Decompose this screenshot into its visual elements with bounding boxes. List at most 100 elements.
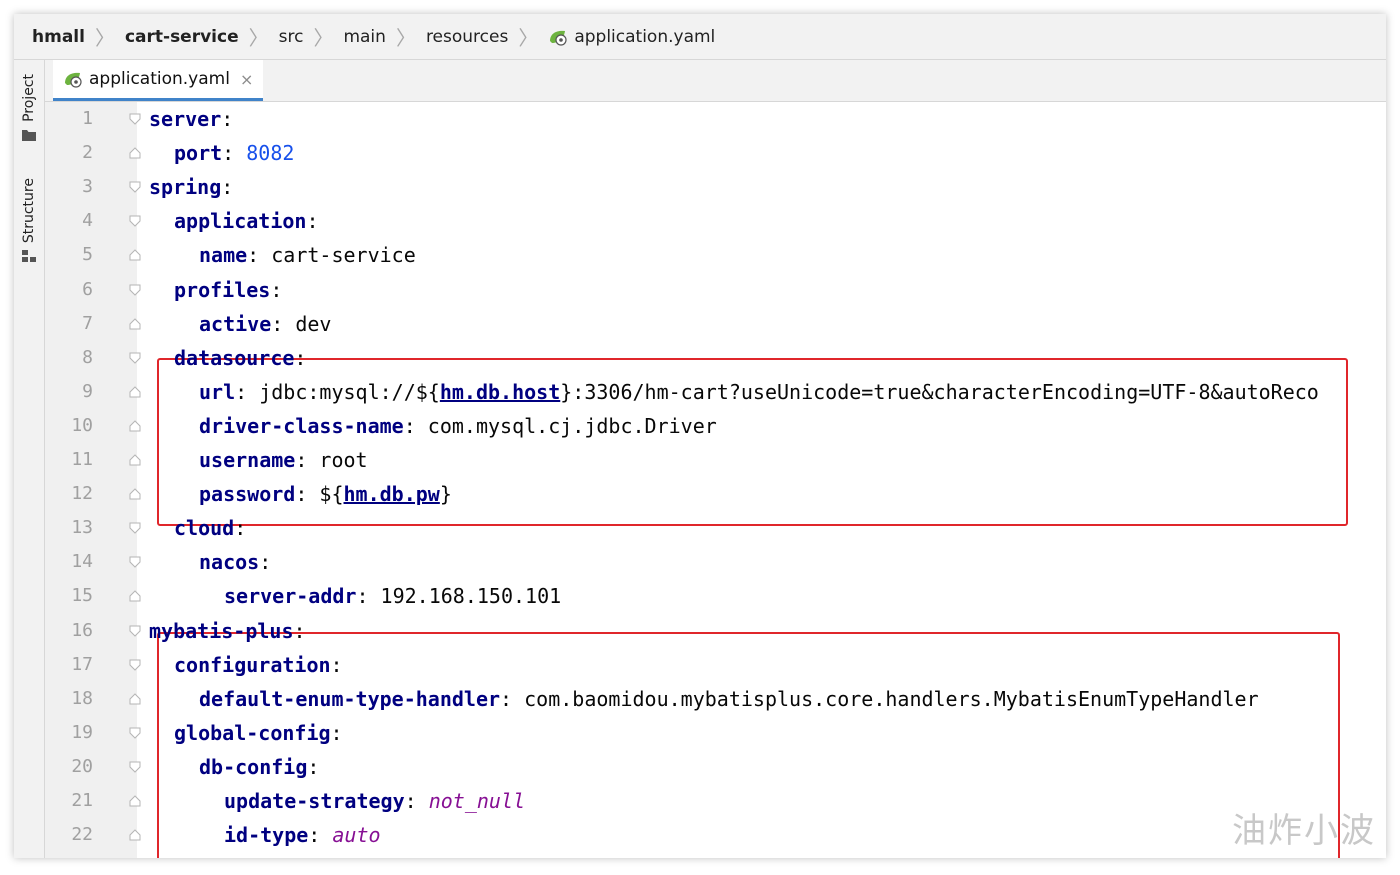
chevron-right-icon: 〉	[395, 26, 416, 50]
breadcrumb-item[interactable]: application.yaml	[548, 27, 715, 47]
fold-marker-icon[interactable]	[129, 522, 141, 534]
code-editor[interactable]: 1 server: 2 port: 8082 3 spring: 4 applicatio…	[45, 102, 1386, 858]
yaml-key: configuration	[174, 652, 331, 677]
code-line: 18 default-enum-type-handler: com.baomido…	[45, 682, 1386, 716]
yaml-value: jdbc:mysql://${	[259, 379, 440, 404]
breadcrumb-item[interactable]: resources	[426, 27, 508, 47]
fold-marker-icon[interactable]	[129, 454, 141, 466]
yaml-value: ${	[319, 482, 344, 507]
fold-marker-icon[interactable]	[129, 488, 141, 500]
yaml-value: dev	[295, 311, 332, 336]
breadcrumb-item[interactable]: src	[279, 27, 304, 47]
code-line: 22 id-type: auto	[45, 818, 1386, 852]
yaml-key: password	[199, 482, 296, 507]
code-content: nacos:	[199, 550, 284, 575]
line-number: 10	[71, 414, 93, 436]
line-number: 14	[71, 551, 93, 573]
code-content: configuration:	[174, 652, 355, 677]
line-number: 11	[71, 449, 93, 470]
fold-marker-icon[interactable]	[129, 215, 141, 228]
yaml-value: 192.168.150.101	[380, 584, 562, 609]
yaml-value: com.mysql.cj.jdbc.Driver	[427, 413, 717, 438]
line-number: 7	[82, 312, 93, 334]
breadcrumb-label: resources	[425, 26, 509, 47]
fold-marker-icon[interactable]	[129, 625, 141, 637]
breadcrumb-label: src	[278, 26, 304, 47]
fold-marker-icon[interactable]	[129, 727, 141, 739]
yaml-value: root	[319, 448, 368, 472]
structure-icon	[22, 250, 36, 263]
code-content: global-config:	[174, 720, 355, 745]
fold-marker-icon[interactable]	[129, 795, 141, 807]
line-number: 1	[82, 108, 93, 129]
editor-tabs: application.yaml ×	[45, 60, 1386, 102]
code-line: 1 server:	[45, 102, 1386, 136]
tab-application-yaml[interactable]: application.yaml ×	[53, 60, 264, 101]
yaml-key: username	[199, 448, 296, 472]
code-line: 11 username: root	[45, 443, 1386, 477]
yaml-key: server	[149, 107, 222, 131]
line-number: 3	[82, 176, 93, 198]
line-number: 15	[71, 585, 93, 607]
fold-marker-icon[interactable]	[129, 181, 141, 193]
breadcrumb-label: cart-service	[124, 26, 239, 47]
code-content: profiles:	[174, 277, 295, 302]
fold-marker-icon[interactable]	[129, 829, 141, 841]
project-tool-button[interactable]: Project	[14, 74, 44, 142]
code-line: 3 spring:	[45, 170, 1386, 204]
code-content: server:	[149, 107, 246, 131]
chevron-right-icon: 〉	[248, 26, 269, 50]
breadcrumb-label: main	[343, 26, 386, 47]
code-line: 15 server-addr: 192.168.150.101	[45, 579, 1386, 613]
structure-tool-label: Structure	[21, 178, 37, 244]
code-line: 20 db-config:	[45, 750, 1386, 784]
yaml-key: profiles	[174, 277, 271, 302]
code-line: 13 cloud:	[45, 511, 1386, 545]
code-content: update-strategy: not_null	[224, 789, 526, 813]
code-content: driver-class-name: com.mysql.cj.jdbc.Dri…	[199, 413, 717, 438]
yaml-key: application	[174, 209, 307, 234]
fold-marker-icon[interactable]	[129, 352, 141, 364]
yaml-key: server-addr	[224, 584, 357, 609]
fold-marker-icon[interactable]	[129, 317, 141, 330]
fold-marker-icon[interactable]	[129, 147, 141, 159]
tab-label: application.yaml	[89, 69, 230, 89]
code-content: datasource:	[174, 345, 319, 370]
fold-marker-icon[interactable]	[129, 386, 141, 398]
fold-marker-icon[interactable]	[129, 249, 141, 261]
fold-marker-icon[interactable]	[129, 556, 141, 569]
yaml-key: global-config	[174, 720, 331, 745]
code-line: 10 driver-class-name: com.mysql.cj.jdbc.D…	[45, 409, 1386, 443]
fold-marker-icon[interactable]	[129, 659, 141, 671]
breadcrumb: hmall 〉 cart-service 〉 src 〉 main 〉 resources 〉 ap…	[14, 14, 1386, 60]
code-content: name: cart-service	[199, 243, 416, 268]
fold-marker-icon[interactable]	[129, 761, 141, 773]
folder-icon	[22, 129, 36, 141]
code-line: 17 configuration:	[45, 648, 1386, 682]
code-content: url: jdbc:mysql://${hm.db.host}:3306/hm-…	[199, 379, 1319, 404]
fold-marker-icon[interactable]	[129, 692, 141, 705]
yaml-value: not_null	[428, 789, 526, 813]
line-number: 13	[71, 517, 93, 539]
structure-tool-button[interactable]: Structure	[14, 178, 44, 263]
breadcrumb-item[interactable]: cart-service	[125, 27, 239, 47]
yaml-value: }	[439, 482, 452, 507]
fold-marker-icon[interactable]	[129, 113, 141, 125]
fold-marker-icon[interactable]	[129, 590, 141, 602]
code-line: 7 active: dev	[45, 307, 1386, 341]
chevron-right-icon: 〉	[518, 26, 539, 50]
yaml-value: }:3306/hm-cart?useUnicode=true&character…	[560, 379, 1319, 404]
breadcrumb-item[interactable]: hmall	[32, 27, 85, 47]
close-icon[interactable]: ×	[240, 70, 253, 89]
breadcrumb-item[interactable]: main	[343, 27, 385, 47]
code-content: password: ${hm.db.pw}	[199, 482, 452, 507]
fold-marker-icon[interactable]	[129, 420, 141, 432]
placeholder-reference[interactable]: hm.db.pw	[344, 482, 440, 506]
yaml-key: datasource	[174, 345, 295, 370]
placeholder-reference[interactable]: hm.db.host	[440, 380, 560, 404]
yaml-value: cart-service	[271, 243, 416, 268]
fold-marker-icon[interactable]	[129, 284, 141, 296]
code-content: default-enum-type-handler: com.baomidou.…	[199, 686, 1259, 711]
yaml-key: spring	[149, 175, 222, 200]
left-tool-strip: Project Structure	[14, 60, 45, 858]
